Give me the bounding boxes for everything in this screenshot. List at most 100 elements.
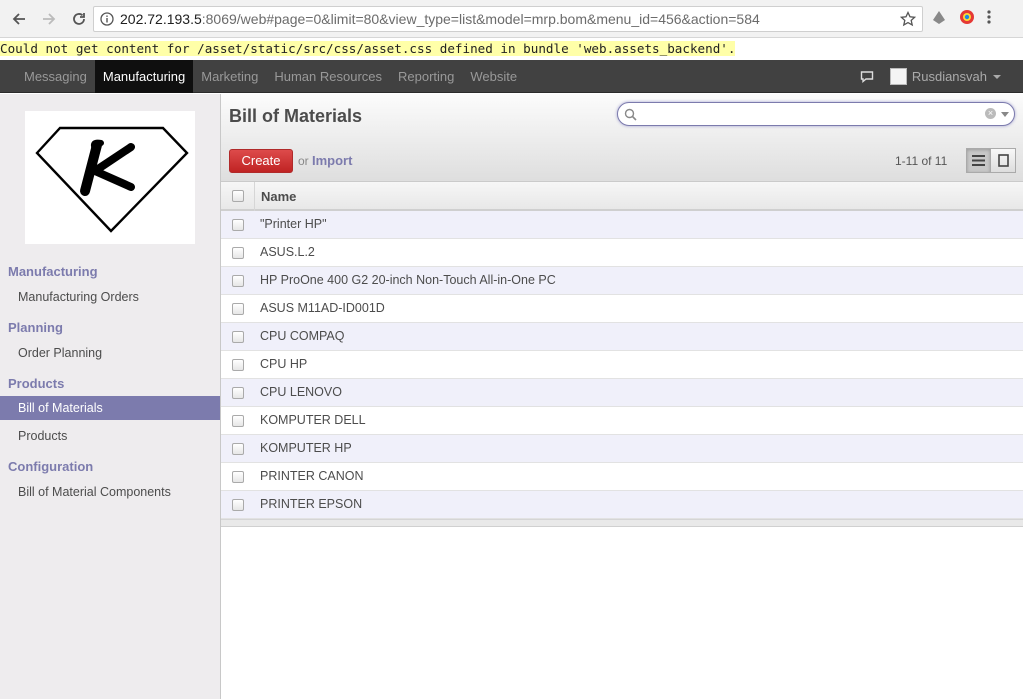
sidebar-item-products[interactable]: Products xyxy=(0,424,220,448)
table-row[interactable]: KOMPUTER HP xyxy=(221,435,1023,463)
search-box[interactable]: × xyxy=(617,102,1015,126)
asset-warning-text: Could not get content for /asset/static/… xyxy=(0,41,736,56)
list-rows: "Printer HP" ASUS.L.2 HP ProOne 400 G2 2… xyxy=(221,211,1023,519)
top-menu-messaging[interactable]: Messaging xyxy=(16,60,95,93)
row-name[interactable]: "Printer HP" xyxy=(260,217,327,231)
row-checkbox[interactable] xyxy=(232,499,244,511)
table-row[interactable]: "Printer HP" xyxy=(221,211,1023,239)
forward-arrow-icon xyxy=(43,12,56,25)
table-row[interactable]: CPU LENOVO xyxy=(221,379,1023,407)
sidebar-item-manufacturing-orders[interactable]: Manufacturing Orders xyxy=(0,285,220,309)
main-content: Bill of Materials × Create or Import 1-1… xyxy=(221,94,1023,699)
chat-icon[interactable] xyxy=(860,70,874,83)
user-menu[interactable]: Rusdiansvah xyxy=(912,69,987,84)
top-menu-human-resources[interactable]: Human Resources xyxy=(266,60,390,93)
bookmark-star-icon[interactable] xyxy=(899,10,917,30)
row-name[interactable]: KOMPUTER DELL xyxy=(260,413,366,427)
row-name[interactable]: KOMPUTER HP xyxy=(260,441,352,455)
view-switcher xyxy=(966,148,1016,173)
forward-button[interactable] xyxy=(36,6,62,32)
back-arrow-icon xyxy=(12,12,25,25)
chrome-extension-icon[interactable] xyxy=(958,8,976,26)
bom-list: Name "Printer HP" ASUS.L.2 HP ProOne 400… xyxy=(221,182,1023,527)
avatar[interactable] xyxy=(889,68,907,85)
row-name[interactable]: CPU COMPAQ xyxy=(260,329,345,343)
row-checkbox[interactable] xyxy=(232,275,244,287)
table-row[interactable]: ASUS M11AD-ID001D xyxy=(221,295,1023,323)
column-header-name[interactable]: Name xyxy=(261,189,296,204)
page-title: Bill of Materials xyxy=(229,106,363,126)
browser-toolbar: 202.72.193.5:8069/web#page=0&limit=80&vi… xyxy=(0,0,1023,38)
chevron-down-icon[interactable] xyxy=(993,74,1001,79)
top-menu-website[interactable]: Website xyxy=(462,60,525,93)
address-bar[interactable]: 202.72.193.5:8069/web#page=0&limit=80&vi… xyxy=(93,6,923,32)
sidebar-item-bom-components[interactable]: Bill of Material Components xyxy=(0,480,220,504)
top-menu-bar: Messaging Manufacturing Marketing Human … xyxy=(0,60,1023,93)
row-checkbox[interactable] xyxy=(232,331,244,343)
form-view-icon xyxy=(997,154,1009,167)
sidebar-item-bill-of-materials[interactable]: Bill of Materials xyxy=(0,396,220,420)
search-options-chevron-icon[interactable] xyxy=(1001,112,1009,117)
row-name[interactable]: ASUS M11AD-ID001D xyxy=(260,301,385,315)
import-link[interactable]: Import xyxy=(312,153,352,168)
url-text: 202.72.193.5:8069/web#page=0&limit=80&vi… xyxy=(120,11,760,27)
top-menu-reporting[interactable]: Reporting xyxy=(390,60,462,93)
column-divider xyxy=(254,182,255,211)
extension-icon[interactable] xyxy=(930,8,948,26)
sidebar-section-manufacturing: Manufacturing xyxy=(8,264,98,279)
row-checkbox[interactable] xyxy=(232,247,244,259)
table-row[interactable]: PRINTER CANON xyxy=(221,463,1023,491)
top-menu-marketing[interactable]: Marketing xyxy=(193,60,266,93)
sidebar-item-order-planning[interactable]: Order Planning xyxy=(0,341,220,365)
url-path: :8069/web#page=0&limit=80&view_type=list… xyxy=(201,11,760,27)
or-label: or xyxy=(298,154,309,168)
top-menu-manufacturing[interactable]: Manufacturing xyxy=(94,60,194,93)
sidebar-section-products: Products xyxy=(8,376,65,391)
table-row[interactable]: HP ProOne 400 G2 20-inch Non-Touch All-i… xyxy=(221,267,1023,295)
table-row[interactable]: ASUS.L.2 xyxy=(221,239,1023,267)
form-view-button[interactable] xyxy=(991,148,1016,173)
row-checkbox[interactable] xyxy=(232,443,244,455)
search-icon xyxy=(624,108,637,121)
table-row[interactable]: CPU COMPAQ xyxy=(221,323,1023,351)
table-row[interactable]: PRINTER EPSON xyxy=(221,491,1023,519)
row-checkbox[interactable] xyxy=(232,471,244,483)
sidebar-section-configuration: Configuration xyxy=(8,459,94,474)
table-row[interactable]: CPU HP xyxy=(221,351,1023,379)
row-checkbox[interactable] xyxy=(232,415,244,427)
sidebar: Manufacturing Manufacturing Orders Plann… xyxy=(0,94,221,699)
row-name[interactable]: CPU HP xyxy=(260,357,307,371)
row-checkbox[interactable] xyxy=(232,387,244,399)
top-menu: Messaging Manufacturing Marketing Human … xyxy=(16,60,525,93)
row-name[interactable]: ASUS.L.2 xyxy=(260,245,315,259)
company-logo[interactable] xyxy=(25,111,195,244)
sidebar-section-planning: Planning xyxy=(8,320,63,335)
list-icon xyxy=(972,155,985,166)
reload-button[interactable] xyxy=(66,6,92,32)
url-host: 202.72.193.5 xyxy=(120,11,202,27)
list-view-button[interactable] xyxy=(966,148,991,173)
info-icon[interactable] xyxy=(94,12,120,26)
row-name[interactable]: PRINTER CANON xyxy=(260,469,363,483)
row-checkbox[interactable] xyxy=(232,359,244,371)
pager-value[interactable]: 1-11 of 11 xyxy=(895,154,947,168)
row-checkbox[interactable] xyxy=(232,303,244,315)
row-name[interactable]: CPU LENOVO xyxy=(260,385,342,399)
row-checkbox[interactable] xyxy=(232,219,244,231)
reload-icon xyxy=(73,12,85,25)
select-all-checkbox[interactable] xyxy=(232,190,244,202)
list-footer xyxy=(221,519,1023,527)
clear-search-icon[interactable]: × xyxy=(985,108,996,119)
table-row[interactable]: KOMPUTER DELL xyxy=(221,407,1023,435)
menu-dots-icon[interactable] xyxy=(986,8,992,26)
asset-warning: Could not get content for /asset/static/… xyxy=(0,39,1023,58)
create-button[interactable]: Create xyxy=(229,149,293,173)
row-name[interactable]: PRINTER EPSON xyxy=(260,497,362,511)
user-area: Rusdiansvah xyxy=(860,60,1001,93)
control-panel: Bill of Materials × Create or Import 1-1… xyxy=(221,94,1023,182)
list-header: Name xyxy=(221,182,1023,211)
back-button[interactable] xyxy=(6,6,32,32)
search-input[interactable] xyxy=(642,106,972,122)
extension-icons xyxy=(930,8,992,26)
row-name[interactable]: HP ProOne 400 G2 20-inch Non-Touch All-i… xyxy=(260,273,556,287)
